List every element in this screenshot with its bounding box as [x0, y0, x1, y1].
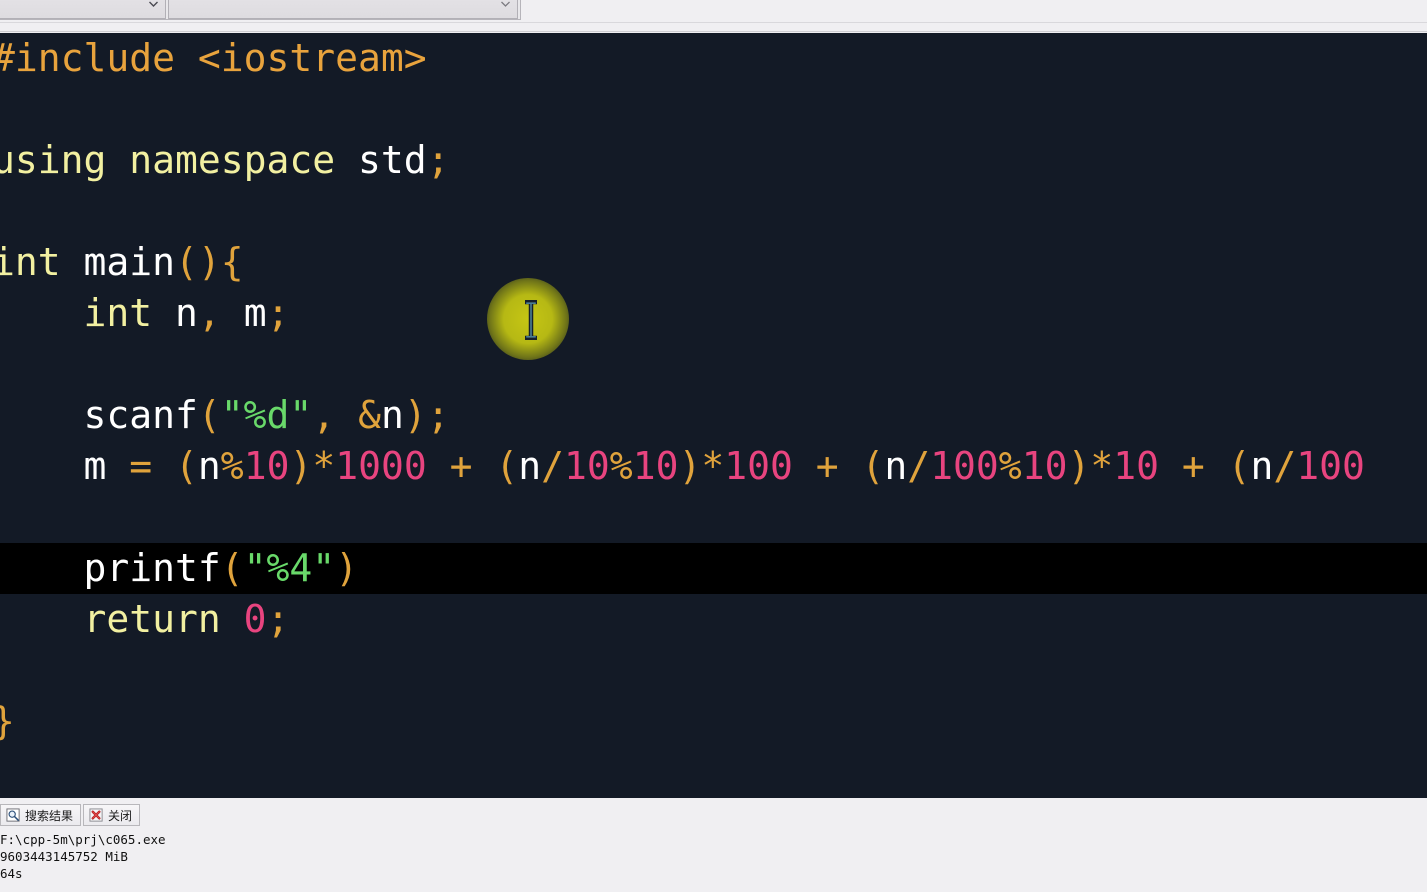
scope-combo[interactable]: [0, 0, 166, 19]
code-token-num: 10: [564, 444, 610, 488]
app-window: #include <iostream> using namespace std;…: [0, 0, 1427, 892]
code-editor[interactable]: #include <iostream> using namespace std;…: [0, 33, 1427, 798]
code-token-num: 10: [243, 444, 290, 488]
code-token-ident: n: [1250, 444, 1274, 488]
code-line[interactable]: [0, 186, 1427, 237]
tab-close[interactable]: 关闭: [83, 804, 141, 826]
tab-search-results[interactable]: 搜索结果: [0, 804, 82, 826]
code-line[interactable]: [0, 84, 1427, 135]
code-token-ident: main: [83, 240, 176, 284]
code-line[interactable]: printf("%4"): [0, 543, 1427, 594]
code-token-ident: m: [0, 444, 107, 488]
code-token-punc: ): [335, 546, 359, 590]
console-line: F:\cpp-5m\prj\c065.exe: [0, 832, 166, 847]
code-token-punc: ,: [312, 393, 336, 437]
code-token-punc: );: [403, 393, 450, 437]
code-token-kw: using namespace: [0, 138, 359, 182]
code-token-ident: std: [358, 138, 427, 182]
code-line[interactable]: return 0;: [0, 594, 1427, 645]
editor-toolbar: [0, 0, 1427, 33]
code-token-str: "%4": [243, 546, 336, 590]
code-token-punc: (: [197, 393, 221, 437]
code-token-punc: (){: [175, 240, 244, 284]
code-line[interactable]: }: [0, 696, 1427, 747]
tab-label: 搜索结果: [25, 808, 74, 823]
toolbar-divider: [0, 22, 1427, 23]
code-token-ident: scanf: [0, 393, 198, 437]
chevron-down-icon[interactable]: [145, 1, 162, 18]
code-token-punc: + (: [426, 444, 519, 488]
code-token-ident: n: [380, 393, 404, 437]
toolbar-divider-lower: [0, 31, 1427, 32]
code-token-punc: %: [998, 444, 1022, 488]
code-token-kw: int: [0, 240, 84, 284]
code-token-num: 100: [930, 444, 999, 488]
output-panel: 搜索结果 关闭 F:\cpp-5m\prj\c065.exe 96034431457…: [0, 798, 1427, 892]
tab-label: 关闭: [108, 808, 133, 823]
code-token-punc: /: [541, 444, 565, 488]
code-token-kw: return: [0, 597, 244, 641]
code-token-punc: /: [907, 444, 931, 488]
code-token-punc: (: [220, 546, 244, 590]
search-results-icon: [6, 807, 21, 823]
code-token-num: 1000: [335, 444, 427, 488]
code-token-num: 10: [1113, 444, 1159, 488]
code-line[interactable]: [0, 492, 1427, 543]
code-token-punc: /: [1273, 444, 1297, 488]
code-token-punc: }: [0, 699, 15, 743]
code-line[interactable]: using namespace std;: [0, 135, 1427, 186]
close-red-icon: [89, 807, 104, 823]
console-line: 9603443145752 MiB: [0, 849, 128, 864]
code-line[interactable]: int main(){: [0, 237, 1427, 288]
code-line[interactable]: int n, m;: [0, 288, 1427, 339]
code-token-ident: m: [220, 291, 267, 335]
code-token-num: 100: [724, 444, 793, 488]
code-line[interactable]: m = (n%10)*1000 + (n/10%10)*100 + (n/100…: [0, 441, 1427, 492]
code-token-ident: n: [518, 444, 542, 488]
code-token-ident: n: [175, 291, 198, 335]
code-token-punc: &: [358, 393, 381, 437]
code-token-punc: )*: [678, 444, 725, 488]
code-line[interactable]: [0, 339, 1427, 390]
code-token-ident: printf: [0, 546, 221, 590]
code-token-punc: ;: [266, 597, 290, 641]
code-token-num: 0: [243, 597, 267, 641]
code-token-num: 100: [1296, 444, 1365, 488]
code-token-punc: )*: [289, 444, 336, 488]
code-token-punc: ;: [426, 138, 450, 182]
code-line[interactable]: scanf("%d", &n);: [0, 390, 1427, 441]
code-token-ident: n: [884, 444, 908, 488]
code-token-ident: n: [197, 444, 221, 488]
code-line[interactable]: #include <iostream>: [0, 33, 1427, 84]
console-output: F:\cpp-5m\prj\c065.exe 9603443145752 MiB 6…: [0, 831, 1427, 882]
code-token-punc: ;: [266, 291, 290, 335]
code-token-num: 10: [632, 444, 679, 488]
code-token-num: 10: [1021, 444, 1068, 488]
code-token-punc: %: [609, 444, 633, 488]
chevron-down-icon[interactable]: [497, 1, 514, 18]
code-token-punc: %: [220, 444, 244, 488]
code-token-punc: + (: [792, 444, 885, 488]
code-token-punc: + (: [1158, 444, 1251, 488]
output-panel-tabs: 搜索结果 关闭: [0, 804, 142, 826]
code-token-punc: = (: [106, 444, 198, 488]
i-beam-cursor-icon: [521, 299, 541, 341]
code-line[interactable]: [0, 645, 1427, 696]
code-token-kw: int: [0, 291, 176, 335]
code-token-pre: #include <iostream>: [0, 36, 427, 80]
code-token-ident: [335, 393, 358, 437]
code-token-punc: )*: [1067, 444, 1114, 488]
symbol-combo[interactable]: [168, 0, 518, 19]
console-line: 64s: [0, 866, 23, 881]
code-token-str: "%d": [220, 393, 313, 437]
code-token-punc: ,: [197, 291, 221, 335]
combo-bar: [0, 0, 521, 20]
